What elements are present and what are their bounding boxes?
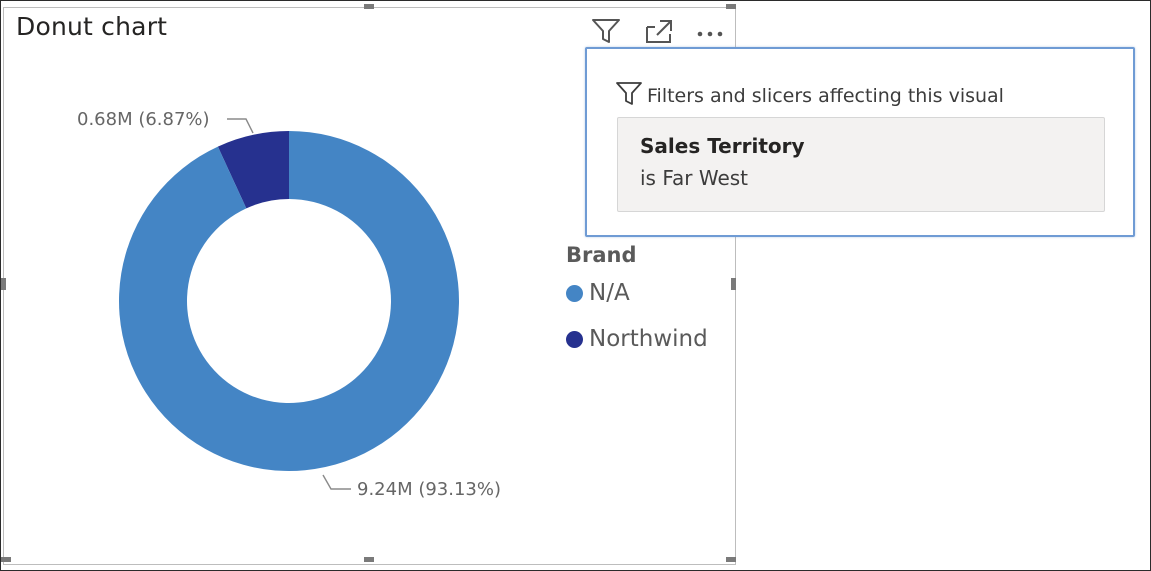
legend-dot-na [566,284,583,302]
data-label-na: 9.24M (93.13%) [357,479,501,500]
legend-item-northwind[interactable]: Northwind [566,326,708,352]
report-canvas: Donut chart 0.68M (6.87%) 9.24M (93.13%)… [0,0,1151,571]
flyout-header: Filters and slicers affecting this visua… [615,79,1004,112]
legend-title: Brand [566,243,637,267]
legend-dot-northwind [566,330,583,348]
filter-field-name: Sales Territory [640,134,805,158]
legend-item-na[interactable]: N/A [566,280,708,306]
flyout-filter-icon [615,79,647,112]
resize-handle-right[interactable] [731,278,736,290]
legend: Brand N/A Northwind [566,243,708,373]
filter-condition: is Far West [640,166,749,190]
data-label-northwind: 0.68M (6.87%) [77,109,210,130]
leader-line-northwind [227,118,254,134]
donut-slice-na[interactable] [119,131,460,471]
filters-flyout: Filters and slicers affecting this visua… [585,47,1135,237]
leader-line-na [322,474,351,490]
filter-card[interactable]: Sales Territory is Far West [617,117,1105,212]
flyout-heading: Filters and slicers affecting this visua… [647,84,1004,107]
legend-label-na: N/A [589,280,630,306]
legend-label-northwind: Northwind [589,326,708,352]
